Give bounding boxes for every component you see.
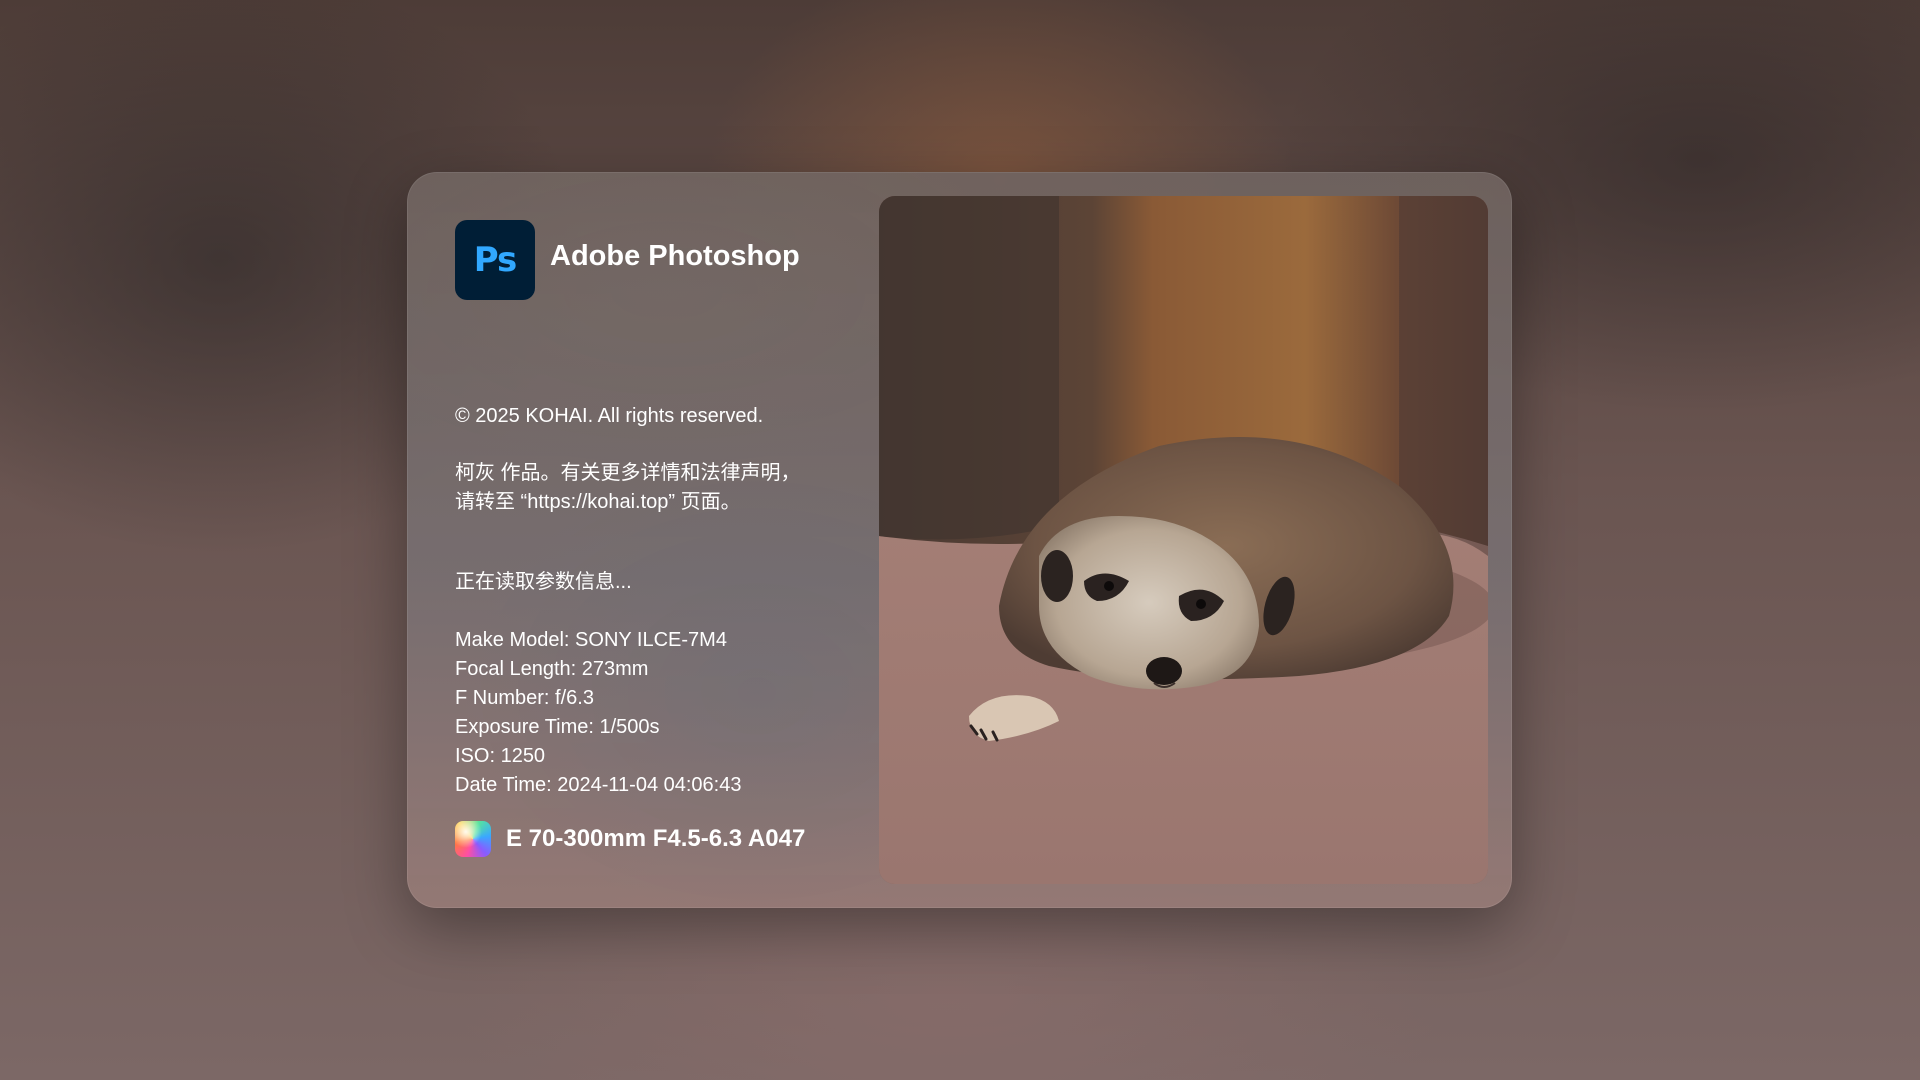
splash-card: Ps Adobe Photoshop © 2025 KOHAI. All rig… <box>407 172 1512 908</box>
legal-notice: 柯灰 作品。有关更多详情和法律声明， 请转至 “https://kohai.to… <box>455 459 801 517</box>
exif-date-time: Date Time: 2024-11-04 04:06:43 <box>455 774 742 796</box>
copyright-text: © 2025 KOHAI. All rights reserved. <box>455 405 764 427</box>
legal-notice-line-2: 请转至 “https://kohai.top” 页面。 <box>455 491 741 513</box>
exif-info: Make Model: SONY ILCE-7M4 Focal Length: … <box>455 626 741 800</box>
logo-text: Ps <box>473 240 518 280</box>
legal-notice-line-1: 柯灰 作品。有关更多详情和法律声明， <box>455 462 801 484</box>
lens-gradient-icon <box>455 821 491 857</box>
photoshop-logo-icon: Ps <box>455 220 535 300</box>
lens-info: E 70-300mm F4.5-6.3 A047 <box>455 821 805 857</box>
exif-make-model: Make Model: SONY ILCE-7M4 <box>455 629 727 651</box>
exif-exposure-time: Exposure Time: 1/500s <box>455 716 660 738</box>
lens-name: E 70-300mm F4.5-6.3 A047 <box>506 825 806 852</box>
exif-focal-length: Focal Length: 273mm <box>455 658 649 680</box>
exif-f-number: F Number: f/6.3 <box>455 687 594 709</box>
exif-iso: ISO: 1250 <box>455 745 546 767</box>
app-title: Adobe Photoshop <box>550 240 800 272</box>
splash-photo <box>879 196 1488 884</box>
loading-status: 正在读取参数信息... <box>455 571 632 593</box>
meerkat-photo-image <box>879 196 1488 884</box>
